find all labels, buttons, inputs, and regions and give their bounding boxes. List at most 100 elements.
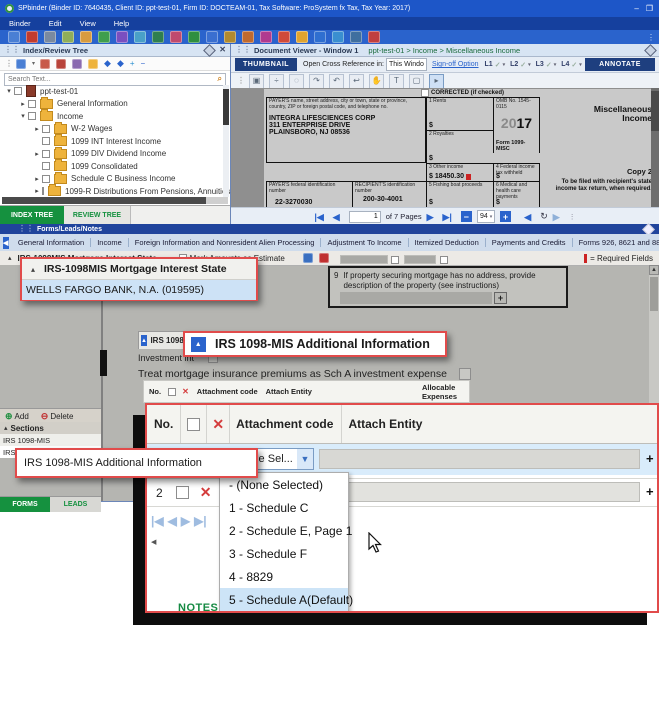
expand-twisty-icon[interactable]: ▸ [18, 100, 28, 108]
collapse-section-icon[interactable]: ▴ [8, 254, 12, 262]
tab-forms[interactable]: FORMS [0, 497, 50, 512]
splitter-handle[interactable] [100, 350, 107, 376]
tab-leads[interactable]: LEADS [50, 497, 101, 512]
user-icon[interactable] [332, 31, 344, 43]
add-button[interactable]: Add [15, 412, 29, 421]
l1-check-icon[interactable]: ✓ [495, 61, 501, 69]
tab-general-information[interactable]: General Information [12, 238, 91, 247]
next-record-icon[interactable]: ▶ [181, 515, 190, 527]
history-icon[interactable] [170, 31, 182, 43]
calc-gold-icon[interactable] [224, 31, 236, 43]
calc-green-icon[interactable] [188, 31, 200, 43]
zoom-select[interactable]: 94▾ [477, 210, 495, 223]
row2-delete-icon[interactable]: ✕ [200, 484, 212, 501]
tab-income[interactable]: Income [91, 238, 129, 247]
pointer-select-icon[interactable]: ▸ [429, 74, 444, 89]
chart-icon[interactable] [368, 31, 380, 43]
copy-doc-icon[interactable] [72, 59, 82, 69]
upload-icon[interactable] [152, 31, 164, 43]
mortgage-popup-header[interactable]: ▴ IRS-1098MIS Mortgage Interest State [22, 259, 256, 280]
tabs-scroll-left-button[interactable]: ◀ [3, 237, 9, 249]
delete-doc-icon[interactable] [56, 59, 66, 69]
menu-help[interactable]: Help [105, 19, 138, 28]
option-schedule-e[interactable]: 2 - Schedule E, Page 1 [220, 519, 348, 542]
attach-entity-add-button-1[interactable]: + [646, 452, 654, 465]
document-vertical-scrollbar[interactable] [651, 88, 659, 207]
option-schedule-c[interactable]: 1 - Schedule C [220, 496, 348, 519]
info-icon[interactable] [350, 31, 362, 43]
export-pdf-icon[interactable] [26, 31, 38, 43]
send-icon[interactable] [62, 31, 74, 43]
menu-binder[interactable]: Binder [0, 19, 40, 28]
collapse-section-icon[interactable]: ▲ [141, 335, 147, 346]
tree-checkbox[interactable] [28, 112, 36, 120]
collapse-icon[interactable]: − [141, 59, 146, 68]
form-checkbox-stub[interactable] [391, 256, 399, 264]
treat-checkbox[interactable] [459, 368, 471, 380]
zoom-in-button[interactable]: + [500, 211, 511, 222]
scroll-left-icon[interactable]: ◀ [151, 538, 156, 546]
collapse-twisty-icon[interactable]: ▾ [4, 87, 14, 95]
prev-page-icon[interactable]: ◀ [333, 211, 340, 223]
tree-checkbox[interactable] [42, 125, 50, 133]
folder-new-icon[interactable] [88, 59, 98, 69]
page-number-input[interactable] [349, 211, 381, 223]
nav-overflow-icon[interactable]: ⋮ [569, 213, 576, 221]
expand-twisty-icon[interactable]: ▸ [32, 150, 42, 158]
flag-icon[interactable] [116, 31, 128, 43]
annotate-button[interactable]: ANNOTATE [585, 58, 655, 71]
search-input[interactable] [8, 76, 218, 83]
tree-checkbox[interactable] [42, 187, 44, 195]
tree-vertical-scrollbar[interactable] [223, 85, 229, 197]
menu-edit[interactable]: Edit [40, 19, 71, 28]
rotate-icon[interactable]: ↻ [540, 211, 548, 222]
tree-checkbox[interactable] [42, 150, 50, 158]
attach-entity-field-1[interactable] [319, 449, 640, 469]
last-page-icon[interactable]: ▶| [443, 211, 452, 223]
prev-doc-icon[interactable]: ◀ [524, 211, 531, 223]
tab-index-tree[interactable]: INDEX TREE [0, 206, 64, 224]
move-up-icon[interactable]: ◆ [104, 58, 111, 69]
contact-icon[interactable] [80, 31, 92, 43]
row2-checkbox[interactable] [176, 486, 189, 499]
search-icon[interactable]: ⌕ [218, 74, 222, 84]
tree-item-1099-r[interactable]: ▸ 1099-R Distributions From Pensions, An… [2, 185, 222, 198]
tree-item-1099-consolidated[interactable]: 1099 Consolidated [2, 160, 222, 173]
tab-payments-and-credits[interactable]: Payments and Credits [486, 238, 573, 247]
expand-twisty-icon[interactable]: ▸ [32, 187, 42, 195]
section-tab-irs-1098[interactable]: ▲ IRS 1098-M [138, 331, 186, 349]
tab-itemized-deduction[interactable]: Itemized Deduction [409, 238, 486, 247]
mini-select-all-checkbox[interactable] [168, 388, 176, 396]
tree-horizontal-scrollbar[interactable] [2, 197, 228, 204]
option-schedule-f[interactable]: 3 - Schedule F [220, 542, 348, 565]
collapse-icon[interactable]: ▴ [31, 265, 35, 274]
pin-icon[interactable] [644, 44, 657, 57]
l3-dropdown-icon[interactable]: ▾ [554, 62, 557, 68]
mini-delete-all-icon[interactable]: ✕ [182, 387, 189, 396]
browser-icon[interactable] [242, 31, 254, 43]
next-page-icon[interactable]: ▶ [427, 211, 434, 223]
new-window-icon[interactable] [16, 59, 26, 69]
pin-icon[interactable] [203, 44, 216, 57]
delete-icon[interactable]: ⊖ [41, 411, 49, 422]
tab-foreign-information[interactable]: Foreign Information and Nonresident Alie… [129, 238, 322, 247]
settings-icon[interactable] [134, 31, 146, 43]
tree-checkbox[interactable] [42, 162, 50, 170]
delete-field-icon[interactable] [319, 253, 329, 263]
collapse-twisty-icon[interactable]: ▾ [18, 112, 28, 120]
field9-add-button[interactable]: + [494, 292, 507, 304]
tree-item-general-information[interactable]: ▸ General Information [2, 98, 222, 111]
tree-item-schedule-c[interactable]: ▸ Schedule C Business Income [2, 173, 222, 186]
next-doc-icon[interactable]: ▶ [553, 211, 560, 223]
tree-item-w2-wages[interactable]: ▸ W-2 Wages [2, 123, 222, 136]
signoff-link[interactable]: Sign-off Option [432, 61, 479, 68]
attach-entity-field-2[interactable] [319, 482, 640, 502]
field9-input[interactable] [340, 292, 492, 304]
lasso-icon[interactable]: ◌ [289, 74, 304, 89]
export-field-icon[interactable] [303, 253, 313, 263]
l2-dropdown-icon[interactable]: ▾ [528, 62, 531, 68]
add-link-icon[interactable]: + [130, 59, 135, 68]
note-icon[interactable]: ▣ [249, 74, 264, 89]
l3-check-icon[interactable]: ✓ [546, 61, 552, 69]
remove-window-icon[interactable] [40, 59, 50, 69]
